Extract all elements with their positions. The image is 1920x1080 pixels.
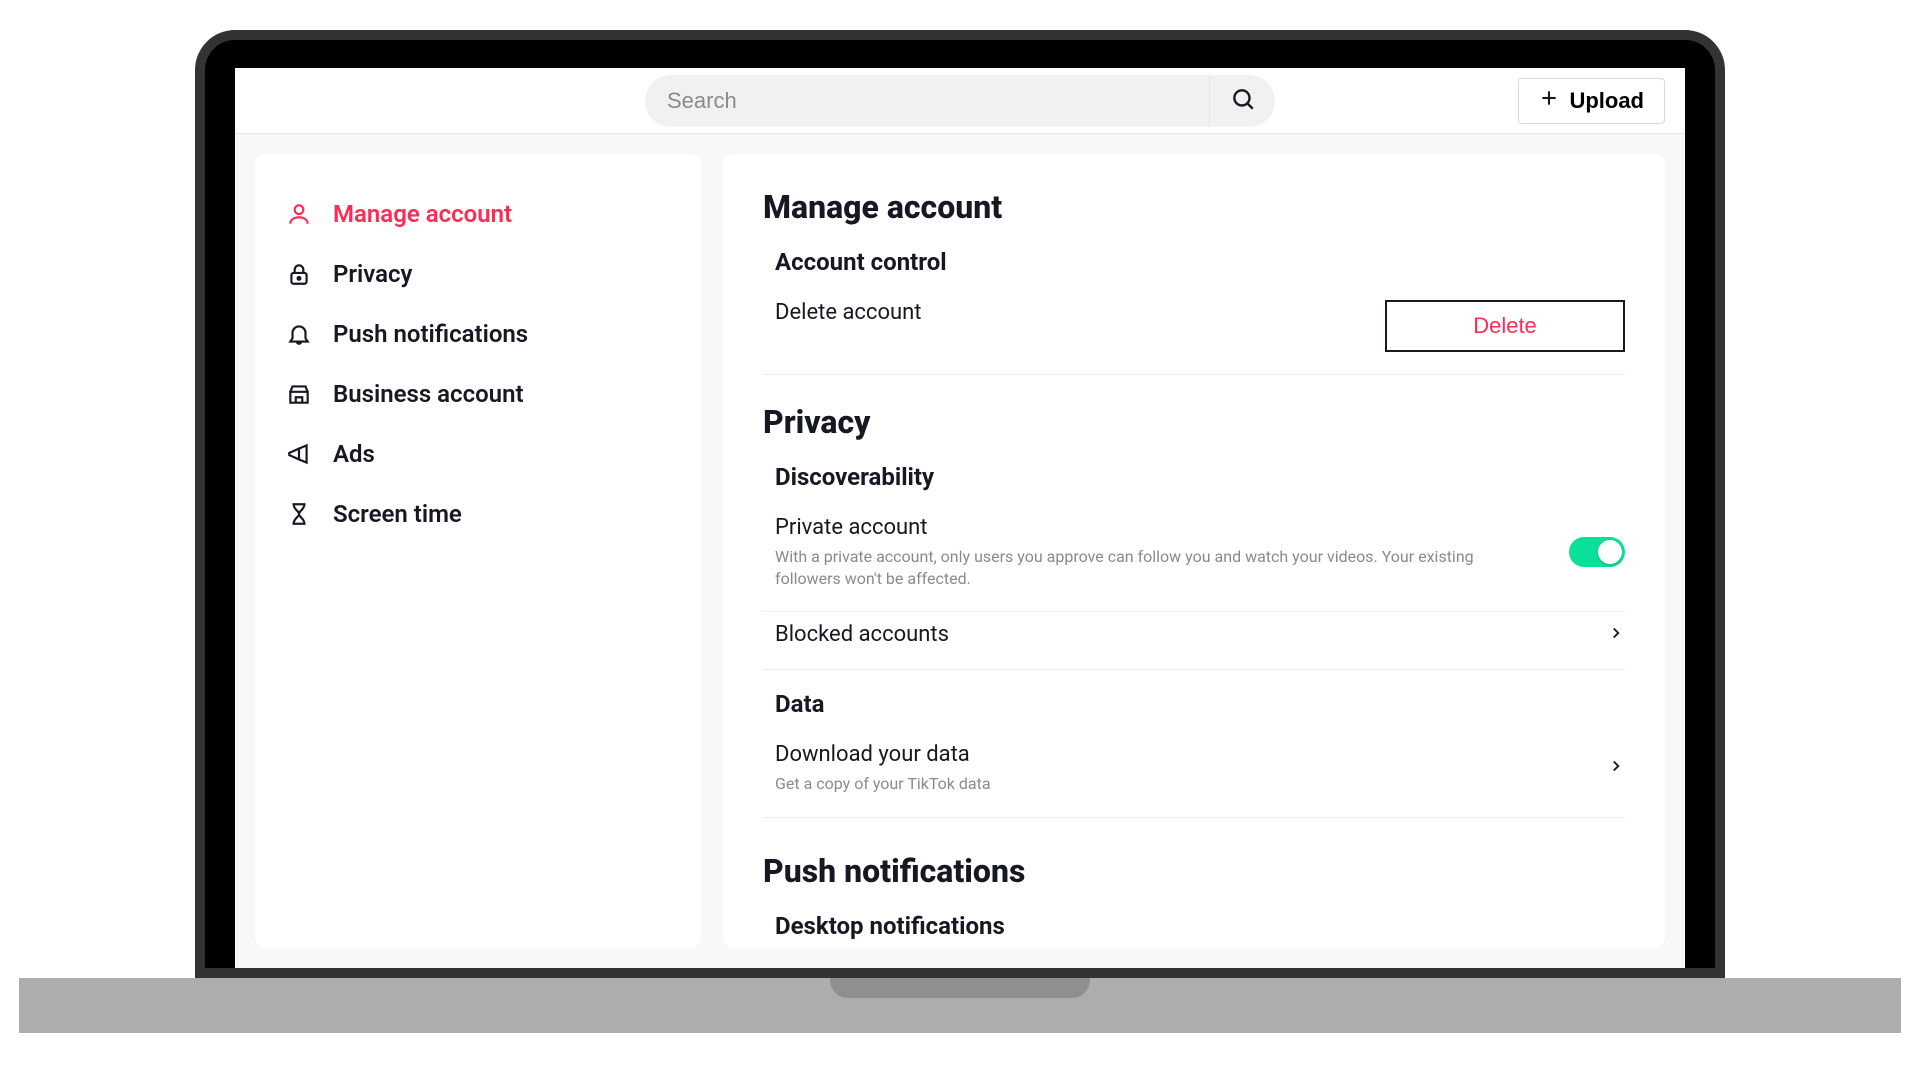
lock-icon — [285, 260, 313, 288]
sidebar-item-manage-account[interactable]: Manage account — [281, 184, 675, 244]
person-icon — [285, 200, 313, 228]
subsection-account-control: Account control — [775, 248, 1625, 276]
laptop-base — [19, 978, 1901, 1033]
section-title-privacy: Privacy — [763, 403, 1625, 441]
subsection-data: Data — [775, 690, 1625, 718]
sidebar-item-ads[interactable]: Ads — [281, 424, 675, 484]
row-private-account: Private account With a private account, … — [763, 505, 1625, 612]
section-title-manage-account: Manage account — [763, 188, 1625, 226]
row-delete-account: Delete account Delete — [763, 290, 1625, 375]
sidebar-item-business-account[interactable]: Business account — [281, 364, 675, 424]
subsection-discoverability: Discoverability — [775, 463, 1625, 491]
row-download-data[interactable]: Download your data Get a copy of your Ti… — [763, 732, 1625, 818]
settings-main: Manage account Account control Delete ac… — [723, 154, 1665, 948]
search-button[interactable] — [1209, 75, 1275, 127]
storefront-icon — [285, 380, 313, 408]
laptop-frame: Upload Manage account — [195, 30, 1725, 1033]
sidebar-item-label: Screen time — [333, 500, 462, 528]
delete-account-label: Delete account — [775, 300, 921, 325]
sidebar-item-privacy[interactable]: Privacy — [281, 244, 675, 304]
sidebar-item-screen-time[interactable]: Screen time — [281, 484, 675, 544]
private-account-toggle[interactable] — [1569, 537, 1625, 567]
megaphone-icon — [285, 440, 313, 468]
sidebar-item-label: Ads — [333, 440, 375, 468]
row-blocked-accounts[interactable]: Blocked accounts — [763, 612, 1625, 670]
download-data-desc: Get a copy of your TikTok data — [775, 773, 991, 795]
sidebar-item-label: Privacy — [333, 260, 412, 288]
plus-icon — [1539, 88, 1559, 114]
blocked-accounts-label: Blocked accounts — [775, 622, 949, 647]
subsection-desktop-notifications: Desktop notifications — [775, 912, 1625, 940]
section-title-push: Push notifications — [763, 852, 1625, 890]
delete-button[interactable]: Delete — [1385, 300, 1625, 352]
upload-button[interactable]: Upload — [1518, 78, 1665, 124]
chevron-right-icon — [1607, 624, 1625, 646]
app-header: Upload — [235, 68, 1685, 134]
hourglass-icon — [285, 500, 313, 528]
sidebar-item-label: Business account — [333, 380, 524, 408]
private-account-desc: With a private account, only users you a… — [775, 546, 1475, 589]
search-field[interactable] — [645, 75, 1275, 127]
sidebar-item-label: Push notifications — [333, 320, 528, 348]
sidebar-item-push-notifications[interactable]: Push notifications — [281, 304, 675, 364]
download-data-label: Download your data — [775, 742, 991, 767]
search-input[interactable] — [645, 88, 1209, 114]
search-icon — [1230, 86, 1256, 116]
chevron-right-icon — [1607, 757, 1625, 779]
upload-label: Upload — [1569, 88, 1644, 114]
sidebar-item-label: Manage account — [333, 200, 512, 228]
laptop-notch — [830, 978, 1090, 998]
bell-icon — [285, 320, 313, 348]
private-account-label: Private account — [775, 515, 1475, 540]
settings-sidebar: Manage account Privacy Pus — [255, 154, 701, 948]
